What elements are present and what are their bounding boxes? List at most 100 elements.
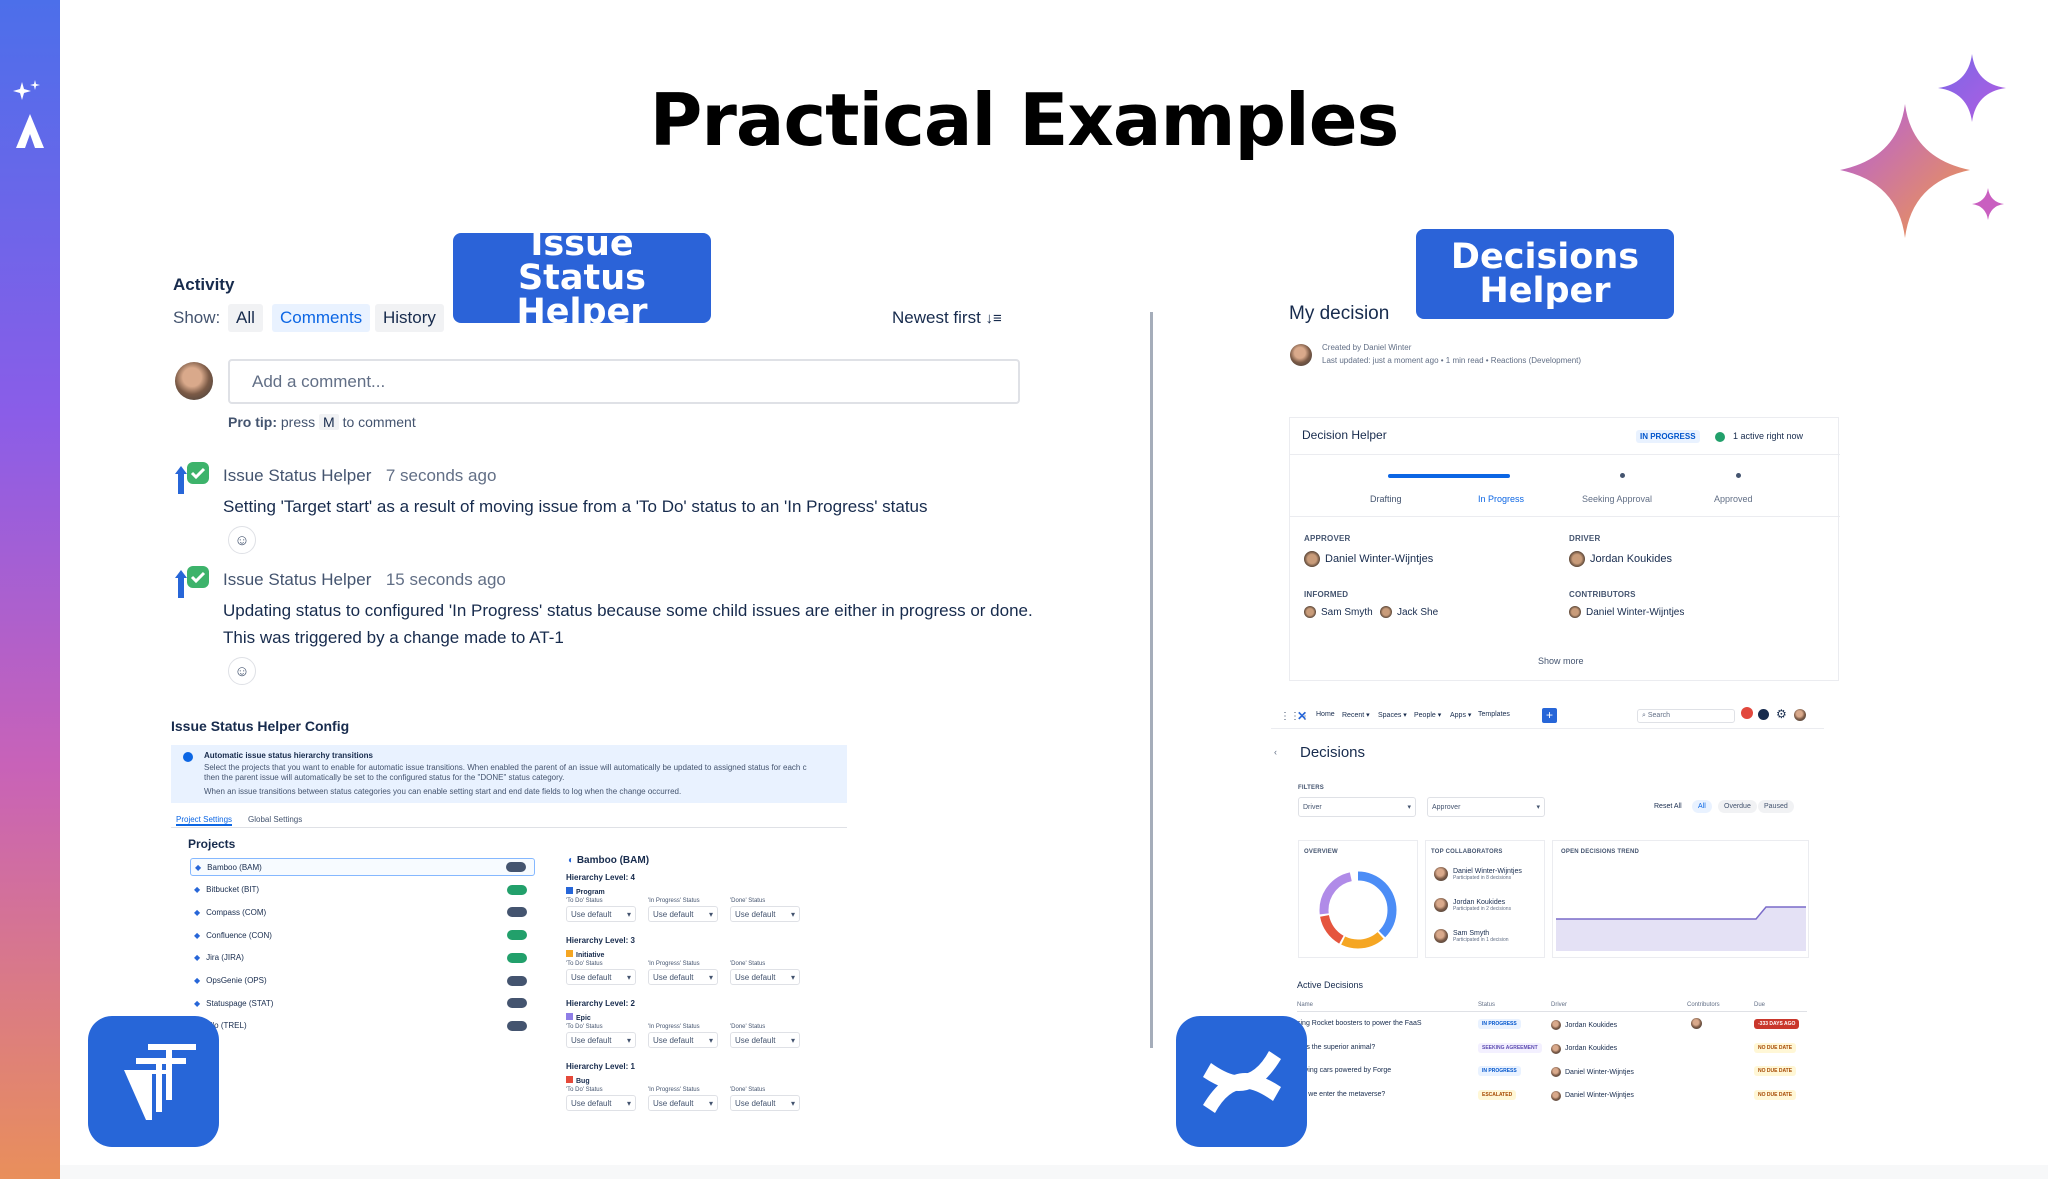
table-header[interactable]: Contributors [1687, 1002, 1720, 1008]
config-tab-global-settings[interactable]: Global Settings [248, 815, 302, 824]
decision-name[interactable]: driving cars powered by Forge [1297, 1067, 1391, 1074]
nav-item[interactable]: Apps ▾ [1450, 711, 1471, 719]
table-header[interactable]: Name [1297, 1002, 1313, 1008]
driver-person[interactable]: Jordan Koukides [1569, 551, 1672, 567]
collaborator[interactable]: Sam Smyth Participated in 1 decision [1434, 929, 1509, 943]
add-reaction-button[interactable]: ☺ [228, 657, 256, 685]
status-select[interactable]: Use default ▾ [566, 906, 636, 922]
project-row[interactable]: ◆ Bitbucket (BIT) [190, 881, 535, 899]
filter-history-button[interactable]: History [375, 304, 444, 332]
project-row[interactable]: ◆ Compass (COM) [190, 903, 535, 921]
sort-button[interactable]: Newest first ↓≡ [892, 308, 1002, 328]
chevron-down-icon: ▾ [1536, 804, 1540, 811]
confluence-small-icon[interactable]: ✕ [1297, 709, 1307, 723]
project-row[interactable]: ◆ Confluence (CON) [190, 926, 535, 944]
status-tab-paused[interactable]: Paused [1758, 800, 1794, 813]
reset-all-button[interactable]: Reset All [1654, 803, 1682, 810]
status-select[interactable]: Use default ▾ [648, 1095, 718, 1111]
status-tab-all[interactable]: All [1692, 800, 1712, 813]
driver-name: Jordan Koukides [1590, 553, 1672, 565]
step-in-progress[interactable]: In Progress [1478, 494, 1524, 504]
config-tab-project-settings[interactable]: Project Settings [176, 815, 233, 826]
status-select[interactable]: Use default ▾ [566, 1095, 636, 1111]
table-row[interactable]: uld we enter the metaverse? ESCALATED Da… [1297, 1089, 1807, 1107]
comment-placeholder: Add a comment... [252, 371, 386, 391]
decision-due: NO DUE DATE [1754, 1042, 1797, 1053]
project-toggle[interactable] [507, 930, 527, 941]
table-row[interactable]: sing Rocket boosters to power the FaaS I… [1297, 1018, 1807, 1036]
project-row[interactable]: ◆ ello (TREL) [190, 1017, 535, 1035]
approver-filter[interactable]: Approver ▾ [1427, 797, 1545, 817]
status-select[interactable]: Use default ▾ [730, 906, 800, 922]
sidebar-collapse-icon[interactable]: ‹ [1274, 747, 1277, 757]
issue-type: Initiative [566, 950, 604, 959]
decision-name[interactable]: uld we enter the metaverse? [1297, 1091, 1385, 1098]
decision-name[interactable]: sing Rocket boosters to power the FaaS [1297, 1020, 1422, 1027]
project-toggle[interactable] [507, 907, 527, 918]
status-select[interactable]: Use default ▾ [730, 1095, 800, 1111]
step-approved[interactable]: Approved [1714, 494, 1753, 504]
informed-name-1: Sam Smyth [1321, 606, 1373, 618]
entry-author[interactable]: Issue Status Helper [223, 466, 371, 485]
filter-all-button[interactable]: All [228, 304, 263, 332]
project-toggle[interactable] [506, 862, 526, 872]
status-select[interactable]: Use default ▾ [566, 969, 636, 985]
settings-icon[interactable]: ⚙ [1776, 707, 1787, 721]
search-input[interactable]: ⌕ Search [1637, 709, 1735, 723]
status-select[interactable]: Use default ▾ [730, 969, 800, 985]
comment-input[interactable]: Add a comment... [228, 359, 1020, 404]
avatar [1569, 606, 1581, 618]
nav-item[interactable]: Home [1316, 711, 1335, 718]
project-row[interactable]: ◆ Jira (JIRA) [190, 949, 535, 967]
table-row[interactable]: driving cars powered by Forge IN PROGRES… [1297, 1066, 1807, 1083]
table-row[interactable]: cats the superior animal? SEEKING AGREEM… [1297, 1042, 1807, 1060]
project-toggle[interactable] [507, 1020, 527, 1031]
sparkle-decoration-icon [1840, 54, 2006, 238]
project-toggle[interactable] [507, 952, 527, 963]
filter-comments-button[interactable]: Comments [272, 304, 371, 332]
project-row[interactable]: ◆ Bamboo (BAM) [190, 858, 535, 876]
nav-item[interactable]: Templates [1478, 711, 1510, 718]
status-tab-overdue[interactable]: Overdue [1718, 800, 1757, 813]
project-toggle[interactable] [507, 884, 527, 895]
nav-item[interactable]: Recent ▾ [1342, 711, 1370, 719]
status-select-value: Use default [735, 1035, 776, 1045]
collaborator[interactable]: Jordan Koukides Participated in 2 decisi… [1434, 898, 1511, 912]
status-select[interactable]: Use default ▾ [648, 906, 718, 922]
table-header[interactable]: Due [1754, 1002, 1765, 1008]
collaborator[interactable]: Daniel Winter-Wijntjes Participated in 8… [1434, 867, 1522, 881]
status-column-header: 'In Progress' Status [648, 1087, 700, 1093]
status-select[interactable]: Use default ▾ [566, 1032, 636, 1048]
status-column-header: 'In Progress' Status [648, 1024, 700, 1030]
project-row[interactable]: ◆ Statuspage (STAT) [190, 994, 535, 1012]
created-by: Created by Daniel Winter [1322, 343, 1412, 352]
informed-person-1[interactable]: Sam Smyth [1304, 606, 1373, 618]
table-header[interactable]: Status [1478, 1002, 1495, 1008]
project-row[interactable]: ◆ OpsGenie (OPS) [190, 972, 535, 990]
status-select[interactable]: Use default ▾ [730, 1032, 800, 1048]
help-icon[interactable] [1758, 709, 1769, 720]
decision-name[interactable]: cats the superior animal? [1297, 1044, 1375, 1051]
notifications-icon[interactable] [1741, 707, 1753, 719]
project-toggle[interactable] [507, 998, 527, 1009]
add-reaction-button[interactable]: ☺ [228, 526, 256, 554]
show-more-link[interactable]: Show more [1538, 656, 1584, 666]
step-seeking-approval[interactable]: Seeking Approval [1582, 494, 1652, 504]
approver-person[interactable]: Daniel Winter-Wijntjes [1304, 551, 1433, 567]
entry-author[interactable]: Issue Status Helper [223, 570, 371, 589]
status-select[interactable]: Use default ▾ [648, 969, 718, 985]
create-button[interactable]: + [1542, 708, 1557, 723]
informed-person-2[interactable]: Jack She [1380, 606, 1438, 618]
table-header[interactable]: Driver [1551, 1002, 1567, 1008]
status-select[interactable]: Use default ▾ [648, 1032, 718, 1048]
nav-item[interactable]: Spaces ▾ [1378, 711, 1407, 719]
info-line-2: then the parent issue will automatically… [204, 773, 565, 782]
contributor-person[interactable]: Daniel Winter-Wijntjes [1569, 606, 1684, 618]
nav-item[interactable]: People ▾ [1414, 711, 1441, 719]
step-drafting[interactable]: Drafting [1370, 494, 1402, 504]
project-toggle[interactable] [507, 975, 527, 986]
driver-filter[interactable]: Driver ▾ [1298, 797, 1416, 817]
profile-avatar[interactable] [1794, 709, 1806, 721]
progress-dot-approved [1736, 473, 1741, 478]
overview-donut-chart [1319, 871, 1397, 949]
